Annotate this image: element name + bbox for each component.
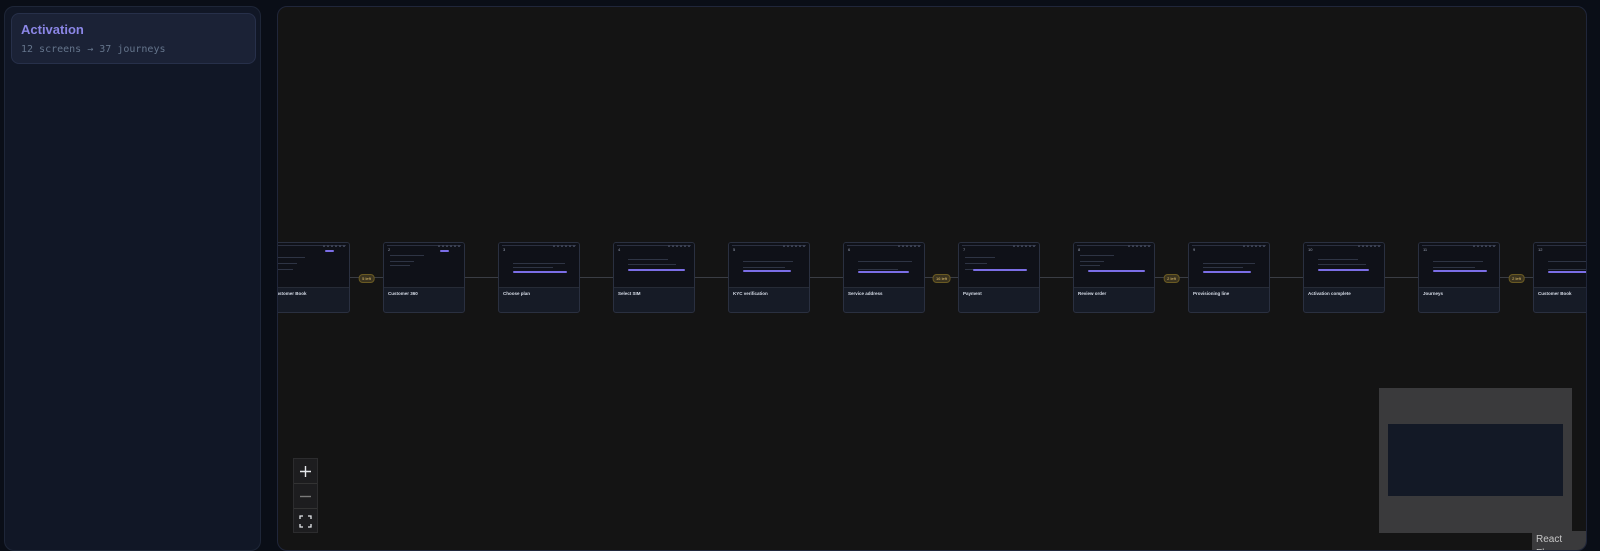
screen-title: KYC verification — [733, 291, 768, 296]
screen-thumbnail: 8 — [1074, 243, 1154, 288]
screen-title: Journeys — [1423, 291, 1444, 296]
screen-node[interactable]: 8 Review order — [1073, 242, 1155, 313]
screen-number: 6 — [848, 247, 851, 252]
screen-title: Choose plan — [503, 291, 531, 296]
flow-edge — [465, 277, 498, 278]
screen-node[interactable]: 3 Choose plan — [498, 242, 580, 313]
screen-thumbnail: 6 — [844, 243, 924, 288]
screen-title: Select SIM — [618, 291, 641, 296]
screen-node[interactable]: 1 Customer Book — [278, 242, 350, 313]
fit-view-icon — [299, 514, 312, 528]
screen-thumbnail: 9 — [1189, 243, 1269, 288]
screen-title: Customer 360 — [388, 291, 418, 296]
screen-node[interactable]: 4 Select SIM — [613, 242, 695, 313]
screen-title: Review order — [1078, 291, 1107, 296]
screen-thumbnail: 1 — [278, 243, 349, 288]
react-flow-attribution[interactable]: React Flow — [1532, 531, 1586, 550]
screen-title: Provisioning line — [1193, 291, 1230, 296]
screen-node[interactable]: 7 Payment — [958, 242, 1040, 313]
screen-number: 10 — [1308, 247, 1313, 252]
zoom-in-button[interactable] — [294, 459, 317, 484]
flow-canvas[interactable]: 1 Customer Book 2 Customer 360 3 Choose plan 4… — [277, 6, 1587, 551]
screen-number: 7 — [963, 247, 966, 252]
screen-title: Activation complete — [1308, 291, 1351, 296]
edge-count-badge: 16 left — [932, 274, 951, 283]
sidebar: Activation 12 screens → 37 journeys — [4, 6, 261, 551]
edge-count-badge: 2 left — [1508, 274, 1525, 283]
screen-number: 9 — [1193, 247, 1196, 252]
screen-thumbnail: 12 — [1534, 243, 1586, 288]
minimap[interactable] — [1379, 388, 1572, 533]
flow-title: Activation — [21, 22, 84, 37]
screen-title: Payment — [963, 291, 982, 296]
flow-edge — [1270, 277, 1303, 278]
flow-edge — [580, 277, 613, 278]
screen-node[interactable]: 5 KYC verification — [728, 242, 810, 313]
screen-thumbnail: 10 — [1304, 243, 1384, 288]
screen-number: 11 — [1423, 247, 1428, 252]
flow-edge — [1385, 277, 1418, 278]
screen-number: 2 — [388, 247, 391, 252]
screen-title: Customer Book — [278, 291, 307, 296]
flow-edge — [810, 277, 843, 278]
minimap-viewport[interactable] — [1388, 424, 1563, 496]
flow-edge — [695, 277, 728, 278]
screen-number: 12 — [1538, 247, 1543, 252]
screen-title: Service address — [848, 291, 883, 296]
screen-number: 3 — [503, 247, 506, 252]
zoom-controls — [293, 458, 318, 533]
screen-node[interactable]: 2 Customer 360 — [383, 242, 465, 313]
screen-thumbnail: 2 — [384, 243, 464, 288]
screen-thumbnail: 3 — [499, 243, 579, 288]
screen-thumbnail: 4 — [614, 243, 694, 288]
screen-number: 5 — [733, 247, 736, 252]
screen-node[interactable]: 12 Customer Book — [1533, 242, 1586, 313]
screen-title: Customer Book — [1538, 291, 1572, 296]
screen-node[interactable]: 9 Provisioning line — [1188, 242, 1270, 313]
fit-view-button[interactable] — [294, 509, 317, 533]
screen-number: 8 — [1078, 247, 1081, 252]
flow-edge — [1040, 277, 1073, 278]
screen-node[interactable]: 6 Service address — [843, 242, 925, 313]
flow-summary: 12 screens → 37 journeys — [21, 44, 166, 55]
plus-icon — [300, 465, 311, 477]
edge-count-badge: 2 left — [1163, 274, 1180, 283]
screen-thumbnail: 11 — [1419, 243, 1499, 288]
screen-node[interactable]: 10 Activation complete — [1303, 242, 1385, 313]
flow-card-activation[interactable]: Activation 12 screens → 37 journeys — [11, 13, 256, 64]
screen-thumbnail: 5 — [729, 243, 809, 288]
screen-number: 4 — [618, 247, 621, 252]
screen-thumbnail: 7 — [959, 243, 1039, 288]
minus-icon — [300, 495, 311, 497]
edge-count-badge: 5 left — [358, 274, 375, 283]
zoom-out-button[interactable] — [294, 484, 317, 509]
screen-node[interactable]: 11 Journeys — [1418, 242, 1500, 313]
